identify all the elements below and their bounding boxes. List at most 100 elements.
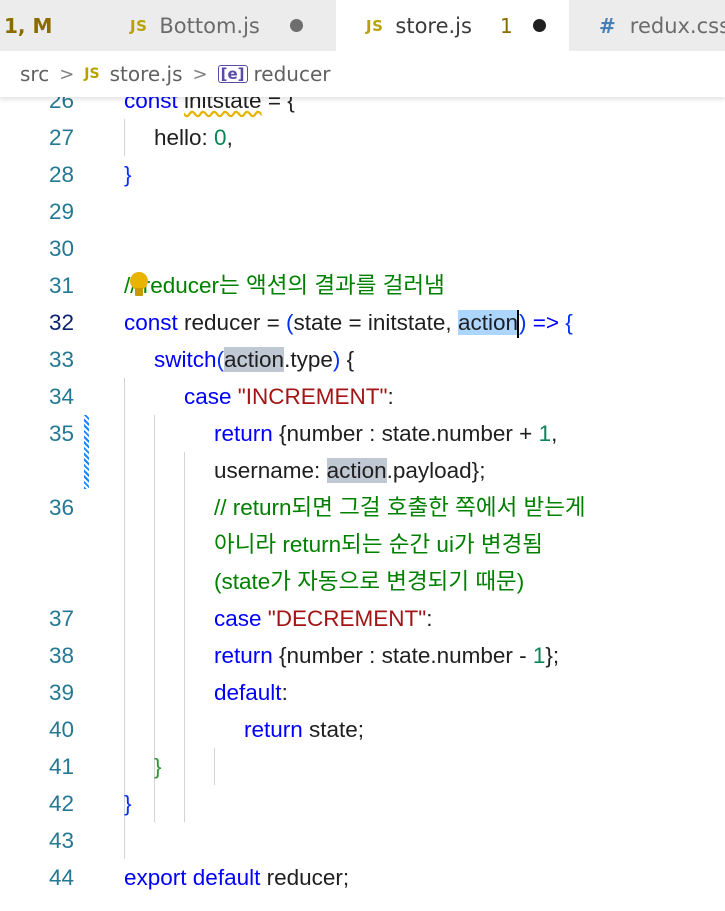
lightbulb-icon[interactable] <box>130 272 148 296</box>
token-keyword: default <box>214 680 282 705</box>
code-line: 31 // reducer는 액션의 결과를 걸러냄 <box>0 267 725 304</box>
token-text: : <box>426 606 433 631</box>
line-number: 35 <box>48 421 74 446</box>
tab-status-indicator[interactable]: 1, M <box>0 0 100 51</box>
tab-store-js[interactable]: JS store.js 1 <box>336 0 569 51</box>
tab-status-label: 1, M <box>4 13 53 38</box>
token-occurrence-identifier: action <box>224 347 285 372</box>
token-text: , <box>226 125 233 150</box>
breadcrumb: src > JS store.js > [e] reducer <box>0 51 725 97</box>
token-warning-identifier: initstate <box>184 97 262 113</box>
code-line: 29 <box>0 193 725 230</box>
code-line-wrapped: 아니라 return되는 순간 ui가 변경됨 <box>0 526 725 563</box>
line-number: 29 <box>48 199 74 224</box>
line-content: case "DECREMENT": <box>214 600 433 637</box>
line-number: 32 <box>48 310 74 335</box>
code-line: 26 const initstate = { <box>0 97 725 119</box>
token-keyword: const <box>124 310 185 335</box>
token-keyword: switch <box>154 347 217 372</box>
code-editor[interactable]: 26 const initstate = { 27 hello: 0, 28 }… <box>0 97 725 911</box>
code-line: 41 } <box>0 748 725 785</box>
token-keyword: default <box>192 865 267 890</box>
line-content: hello: 0, <box>154 119 233 156</box>
code-line: 32 const reducer = (state = initstate, a… <box>0 304 725 341</box>
code-line: 42 } <box>0 785 725 822</box>
token-string: "INCREMENT" <box>237 384 388 409</box>
code-line: 44 export default reducer; <box>0 859 725 896</box>
code-line: 38 return {number : state.number - 1}; <box>0 637 725 674</box>
line-content: } <box>154 754 162 779</box>
tab-bottom-js[interactable]: JS Bottom.js <box>100 0 336 51</box>
js-file-icon: JS <box>366 16 384 35</box>
token-string: "DECREMENT" <box>267 606 427 631</box>
token-text: : <box>281 680 288 705</box>
code-line: 30 <box>0 230 725 267</box>
line-number: 33 <box>48 347 74 372</box>
token-keyword: case <box>214 606 268 631</box>
tab-label: Bottom.js <box>159 13 260 38</box>
token-text: {number : state.number - <box>279 643 533 668</box>
line-content: // return되면 그걸 호출한 쪽에서 받는게 <box>214 495 586 520</box>
tab-label: store.js <box>395 13 472 38</box>
token-text: state = initstate, <box>293 310 458 335</box>
breadcrumb-symbol[interactable]: reducer <box>254 62 331 86</box>
token-keyword: export <box>124 865 193 890</box>
line-content: (state가 자동으로 변경되기 때문) <box>214 569 525 594</box>
token-arrow: => <box>526 310 566 335</box>
token-number: 1 <box>532 643 546 668</box>
chevron-right-icon: > <box>192 63 208 85</box>
dirty-dot-icon[interactable] <box>532 19 546 32</box>
token-text: , <box>551 421 558 446</box>
tab-redux-css[interactable]: # redux.css <box>569 0 725 51</box>
line-content: username: action.payload}; <box>214 452 485 489</box>
line-number: 43 <box>48 828 74 853</box>
token-text: state; <box>309 717 365 742</box>
js-file-icon: JS <box>130 16 148 35</box>
line-content: const reducer = (state = initstate, acti… <box>124 304 573 341</box>
code-line: 35 return {number : state.number + 1, <box>0 415 725 452</box>
token-bracket: { <box>565 310 573 335</box>
token-text: username: <box>214 458 327 483</box>
token-number: 0 <box>214 125 227 150</box>
code-line: 43 <box>0 822 725 859</box>
line-number: 28 <box>48 162 74 187</box>
token-selected-identifier: action <box>457 310 518 335</box>
token-occurrence-identifier: action <box>326 458 387 483</box>
token-text: reducer; <box>266 865 350 890</box>
token-keyword: return <box>214 643 280 668</box>
dirty-dot-icon[interactable] <box>289 19 303 32</box>
breadcrumb-file[interactable]: store.js <box>110 62 183 86</box>
line-content: // reducer는 액션의 결과를 걸러냄 <box>124 273 445 298</box>
tab-label: redux.css <box>629 13 725 38</box>
line-content: return state; <box>244 711 364 748</box>
line-number: 30 <box>48 236 74 261</box>
token-text: { <box>340 347 355 372</box>
code-line: 28 } <box>0 156 725 193</box>
breadcrumb-folder[interactable]: src <box>20 62 49 86</box>
line-number: 34 <box>48 384 74 409</box>
token-text: .type <box>284 347 333 372</box>
token-keyword: return <box>244 717 310 742</box>
code-line: 40 return state; <box>0 711 725 748</box>
code-line-wrapped: (state가 자동으로 변경되기 때문) <box>0 563 725 600</box>
token-text: .payload}; <box>386 458 486 483</box>
token-keyword: const <box>124 97 185 113</box>
line-number: 41 <box>48 754 74 779</box>
line-content: return {number : state.number - 1}; <box>214 637 559 674</box>
code-line: 27 hello: 0, <box>0 119 725 156</box>
line-content: const initstate = { <box>124 97 295 119</box>
token-text: hello: <box>154 125 215 150</box>
line-number: 31 <box>48 273 74 298</box>
js-file-icon: JS <box>84 66 100 82</box>
code-line: 33 switch(action.type) { <box>0 341 725 378</box>
line-number: 42 <box>48 791 74 816</box>
line-content: } <box>124 162 132 187</box>
code-line: 39 default: <box>0 674 725 711</box>
line-content: switch(action.type) { <box>154 341 354 378</box>
code-line: 34 case "INCREMENT": <box>0 378 725 415</box>
token-number: 1 <box>538 421 552 446</box>
line-number: 38 <box>48 643 74 668</box>
line-number: 40 <box>48 717 74 742</box>
line-content: default: <box>214 674 288 711</box>
token-text: }; <box>545 643 560 668</box>
